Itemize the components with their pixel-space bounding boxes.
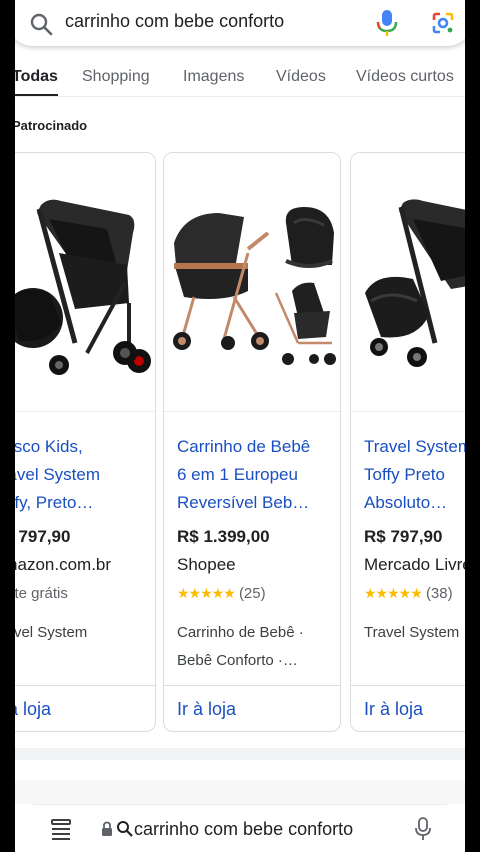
product-image[interactable] [15, 153, 155, 412]
product-price: R$ 1.399,00 [177, 527, 270, 546]
rating-count: (38) [425, 585, 453, 602]
lens-icon[interactable] [431, 11, 455, 35]
product-title[interactable]: Carrinho de Bebê 6 em 1 Europeu Reversív… [177, 433, 337, 517]
faded-content [15, 780, 465, 804]
tabs-icon[interactable] [51, 818, 71, 840]
go-to-store-link[interactable]: Ir à loja [364, 699, 423, 720]
product-store: Shopee [177, 555, 236, 574]
card-divider [15, 685, 155, 686]
product-image[interactable] [164, 153, 340, 412]
product-card[interactable]: Carrinho de Bebê 6 em 1 Europeu Reversív… [163, 152, 341, 732]
product-rating: ★★★★★ (38) [364, 585, 453, 602]
search-bar[interactable]: carrinho com bebe conforto [15, 0, 465, 46]
card-divider [351, 685, 465, 686]
rating-count: (25) [238, 585, 266, 602]
star-rating-icon: ★★★★★ [177, 585, 236, 601]
product-image[interactable] [351, 153, 465, 412]
tab-videos[interactable]: Vídeos [276, 66, 326, 94]
stroller-image [15, 199, 151, 375]
address-url[interactable]: carrinho com bebe conforto [134, 819, 353, 840]
product-description: Travel System [364, 624, 460, 641]
browser-address-bar[interactable]: carrinho com bebe conforto [33, 804, 447, 852]
sponsored-label: Patrocinado [15, 118, 88, 133]
go-to-store-link[interactable]: Ir à loja [15, 699, 51, 720]
lock-icon [102, 821, 112, 836]
tabs-divider [15, 96, 465, 97]
mic-icon[interactable] [375, 9, 399, 37]
product-card[interactable]: Cosco Kids, Travel System Toffy, Preto… … [15, 152, 156, 732]
tab-shopping[interactable]: Shopping [82, 66, 150, 94]
product-title[interactable]: Travel System Toffy Preto Absoluto… [364, 433, 465, 517]
section-separator [15, 748, 465, 760]
tab-videos-curtos[interactable]: Vídeos curtos [356, 66, 454, 94]
stroller-image [173, 207, 336, 365]
product-price: R$ 797,90 [15, 527, 71, 546]
product-card[interactable]: Travel System Toffy Preto Absoluto… R$ 7… [350, 152, 465, 732]
go-to-store-link[interactable]: Ir à loja [177, 699, 236, 720]
product-rating: ★★★★★ (25) [177, 585, 266, 602]
tab-todas[interactable]: Todas [15, 66, 58, 97]
stroller-image [365, 199, 465, 367]
product-price: R$ 797,90 [364, 527, 443, 546]
product-shipping: Frete grátis [15, 585, 68, 602]
star-rating-icon: ★★★★★ [364, 585, 423, 601]
search-icon[interactable] [29, 12, 53, 36]
card-divider [164, 685, 340, 686]
product-store: Amazon.com.br [15, 555, 112, 574]
product-description: Carrinho de Bebê · Bebê Conforto ·… [177, 624, 304, 669]
search-icon [117, 821, 133, 837]
tab-imagens[interactable]: Imagens [183, 66, 244, 94]
mic-icon[interactable] [415, 817, 431, 841]
search-query[interactable]: carrinho com bebe conforto [65, 11, 284, 32]
search-results-page: carrinho com bebe conforto Todas Shoppin… [15, 0, 465, 852]
product-description: Travel System [15, 624, 88, 641]
product-store: Mercado Livre [364, 555, 465, 574]
product-title[interactable]: Cosco Kids, Travel System Toffy, Preto… [15, 433, 152, 517]
